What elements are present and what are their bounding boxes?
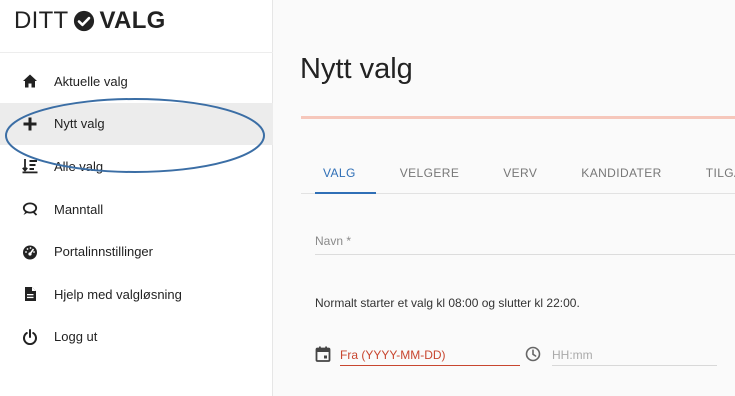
sidebar: DITT VALG Aktuelle valg Nytt valg Alle v… [0,0,273,396]
sidebar-divider [0,52,273,53]
name-field-label[interactable]: Navn * [315,234,351,248]
gauge-icon [22,244,38,260]
sidebar-item-manntall[interactable]: Manntall [0,188,273,231]
app-logo[interactable]: DITT VALG [14,6,166,36]
date-time-row [315,344,735,370]
sidebar-item-label: Portalinnstillinger [54,244,153,260]
time-input[interactable] [552,344,717,366]
sidebar-item-label: Nytt valg [54,116,105,132]
plus-icon [22,116,38,132]
clock-icon[interactable] [525,346,541,362]
sidebar-item-label: Logg ut [54,329,98,345]
power-icon [22,328,38,345]
title-divider [301,116,735,119]
sidebar-item-label: Aktuelle valg [54,73,128,89]
sidebar-item-nytt-valg[interactable]: Nytt valg [0,102,273,146]
tab-valg[interactable]: VALG [315,154,376,194]
sort-list-icon [22,158,38,174]
sidebar-item-label: Alle valg [54,158,104,174]
tab-kandidater[interactable]: KANDIDATER [581,154,661,193]
check-circle-icon [73,10,94,32]
info-text: Normalt starter et valg kl 08:00 og slut… [315,296,580,310]
tab-verv[interactable]: VERV [503,154,537,193]
file-icon [22,286,38,302]
name-field-underline[interactable] [315,254,735,255]
sidebar-item-logg-ut[interactable]: Logg ut [0,316,273,359]
main-content: Nytt valg VALG VELGERE VERV KANDIDATER T… [273,0,735,396]
page-title: Nytt valg [300,53,413,85]
tab-bar: VALG VELGERE VERV KANDIDATER TILGANG [301,154,735,194]
chat-search-icon [22,201,38,217]
tab-velgere[interactable]: VELGERE [400,154,460,193]
logo-text-left: DITT [14,7,69,34]
calendar-icon[interactable] [315,346,331,362]
sidebar-item-hjelp[interactable]: Hjelp med valgløsning [0,273,273,316]
sidebar-item-alle-valg[interactable]: Alle valg [0,145,273,188]
sidebar-item-label: Hjelp med valgløsning [54,286,182,302]
sidebar-item-label: Manntall [54,201,104,217]
tab-tilgang[interactable]: TILGANG [706,154,735,193]
sidebar-nav: Aktuelle valg Nytt valg Alle valg Mannta… [0,60,273,358]
sidebar-item-aktuelle-valg[interactable]: Aktuelle valg [0,60,273,103]
home-icon [22,73,38,89]
logo-text-right: VALG [99,7,166,34]
sidebar-item-portalinnstillinger[interactable]: Portalinnstillinger [0,230,273,273]
date-input[interactable] [340,344,520,366]
